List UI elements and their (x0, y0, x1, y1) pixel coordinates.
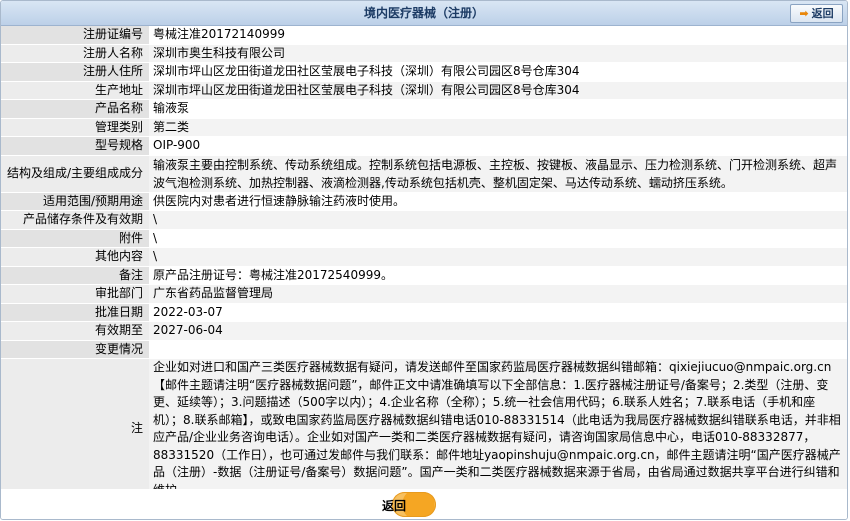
label-attachment: 附件 (1, 229, 149, 248)
value-scope: 供医院内对患者进行恒速静脉输注药液时使用。 (149, 192, 847, 211)
value-product-name: 输液泵 (149, 99, 847, 119)
row-scope: 适用范围/预期用途 供医院内对患者进行恒速静脉输注药液时使用。 (1, 192, 847, 211)
page-title: 境内医疗器械（注册） (363, 6, 484, 20)
label-model: 型号规格 (1, 136, 149, 156)
value-expiry-date: 2027-06-04 (149, 321, 847, 341)
label-storage: 产品储存条件及有效期 (1, 210, 149, 230)
back-button-bottom-label: 返回 (382, 499, 407, 513)
back-button-top[interactable]: ➡ 返回 (790, 4, 843, 23)
back-button-bottom[interactable]: 返回 (382, 492, 436, 517)
value-department: 广东省药品监督管理局 (149, 284, 847, 304)
value-other: \ (149, 247, 847, 267)
row-approval-date: 批准日期 2022-03-07 (1, 303, 847, 322)
row-remark: 备注 原产品注册证号：粤械注准20172540999。 (1, 266, 847, 285)
value-approval-date: 2022-03-07 (149, 303, 847, 322)
label-category: 管理类别 (1, 118, 149, 137)
label-remark: 备注 (1, 266, 149, 285)
value-remark: 原产品注册证号：粤械注准20172540999。 (149, 266, 847, 285)
row-product-name: 产品名称 输液泵 (1, 99, 847, 119)
row-change: 变更情况 (1, 340, 847, 359)
value-address: 深圳市坪山区龙田街道龙田社区莹展电子科技（深圳）有限公司园区8号仓库304 (149, 62, 847, 82)
back-button-top-label: 返回 (811, 7, 834, 20)
label-structure: 结构及组成/主要组成成分 (1, 155, 149, 193)
info-table: 注册证编号 粤械注准20172140999 注册人名称 深圳市奥生科技有限公司 … (1, 26, 847, 500)
label-expiry-date: 有效期至 (1, 321, 149, 341)
value-reg-no: 粤械注准20172140999 (149, 26, 847, 45)
label-applicant: 注册人名称 (1, 44, 149, 63)
value-attachment: \ (149, 229, 847, 248)
value-note: 企业如对进口和国产三类医疗器械数据有疑问，请发送邮件至国家药监局医疗器械数据纠错… (149, 358, 847, 500)
footer: 返回 (1, 489, 847, 519)
row-other: 其他内容 \ (1, 247, 847, 267)
value-model: OIP-900 (149, 136, 847, 156)
value-applicant: 深圳市奥生科技有限公司 (149, 44, 847, 63)
row-department: 审批部门 广东省药品监督管理局 (1, 284, 847, 304)
value-storage: \ (149, 210, 847, 230)
label-change: 变更情况 (1, 340, 149, 359)
value-category: 第二类 (149, 118, 847, 137)
row-address: 注册人住所 深圳市坪山区龙田街道龙田社区莹展电子科技（深圳）有限公司园区8号仓库… (1, 62, 847, 82)
row-structure: 结构及组成/主要组成成分 输液泵主要由控制系统、传动系统组成。控制系统包括电源板… (1, 155, 847, 193)
label-product-name: 产品名称 (1, 99, 149, 119)
row-model: 型号规格 OIP-900 (1, 136, 847, 156)
row-storage: 产品储存条件及有效期 \ (1, 210, 847, 230)
value-production-address: 深圳市坪山区龙田街道龙田社区莹展电子科技（深圳）有限公司园区8号仓库304 (149, 81, 847, 100)
value-change (149, 340, 847, 359)
row-expiry-date: 有效期至 2027-06-04 (1, 321, 847, 341)
label-note: 注 (1, 358, 149, 500)
row-note: 注 企业如对进口和国产三类医疗器械数据有疑问，请发送邮件至国家药监局医疗器械数据… (1, 358, 847, 500)
row-applicant: 注册人名称 深圳市奥生科技有限公司 (1, 44, 847, 63)
row-production-address: 生产地址 深圳市坪山区龙田街道龙田社区莹展电子科技（深圳）有限公司园区8号仓库3… (1, 81, 847, 100)
arrow-right-icon: ➡ (799, 7, 809, 20)
label-scope: 适用范围/预期用途 (1, 192, 149, 211)
title-bar: 境内医疗器械（注册） ➡ 返回 (1, 1, 847, 26)
label-approval-date: 批准日期 (1, 303, 149, 322)
row-reg-no: 注册证编号 粤械注准20172140999 (1, 26, 847, 45)
label-reg-no: 注册证编号 (1, 26, 149, 45)
value-structure: 输液泵主要由控制系统、传动系统组成。控制系统包括电源板、主控板、按键板、液晶显示… (149, 155, 847, 193)
label-other: 其他内容 (1, 247, 149, 267)
row-category: 管理类别 第二类 (1, 118, 847, 137)
label-production-address: 生产地址 (1, 81, 149, 100)
label-department: 审批部门 (1, 284, 149, 304)
detail-panel: 境内医疗器械（注册） ➡ 返回 注册证编号 粤械注准20172140999 注册人… (0, 0, 848, 520)
label-address: 注册人住所 (1, 62, 149, 82)
row-attachment: 附件 \ (1, 229, 847, 248)
